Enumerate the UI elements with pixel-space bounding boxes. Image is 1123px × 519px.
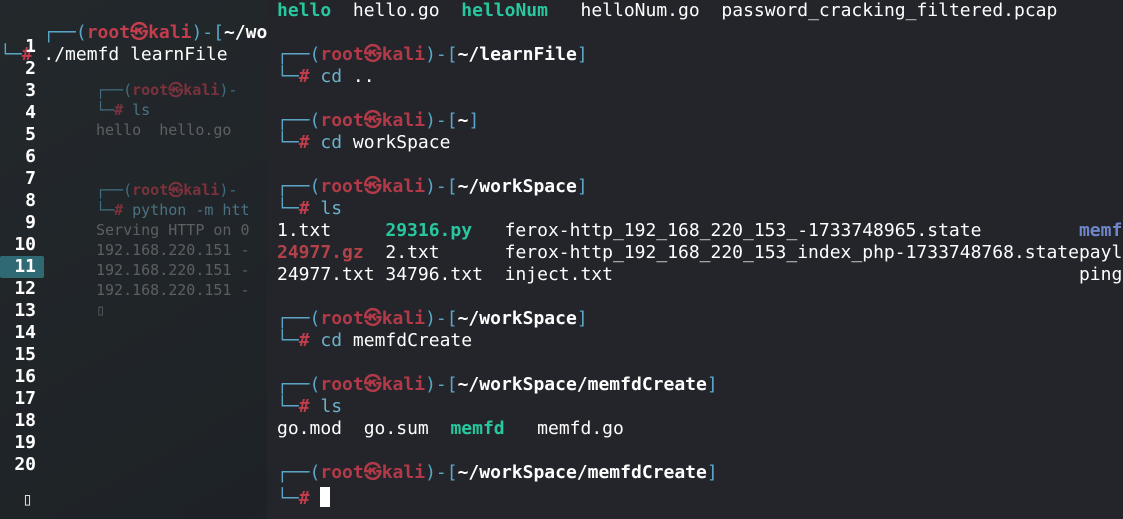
- line-number: 14: [0, 322, 44, 344]
- gutter-overlay: ┌──(root㉿kali)- └─# ls hello hello.go ┌─…: [96, 60, 250, 340]
- ls-output: go.mod go.sum memfd memfd.go: [277, 418, 1113, 440]
- ls-output: hello hello.go helloNum helloNum.go pass…: [277, 0, 1113, 22]
- line-number: 4: [0, 102, 44, 124]
- prompt-line: ┌──(root㉿kali)-[~/workSpace/memfdCreate]: [277, 462, 1113, 484]
- line-number: 17: [0, 388, 44, 410]
- line-number: 18: [0, 410, 44, 432]
- line-gutter: ┌──(root㉿kali)-[~/workSpace └─# ./memfd …: [0, 0, 267, 519]
- prompt-line: ┌──(root㉿kali)-[~]: [277, 110, 1113, 132]
- ls-output: 24977.gz 2.txt ferox-http_192_168_220_15…: [277, 242, 1113, 264]
- line-number: 7: [0, 168, 44, 190]
- line-number: 19: [0, 432, 44, 454]
- line-number: 15: [0, 344, 44, 366]
- prompt-line: ┌──(root㉿kali)-[~/workSpace/memfdCreate]: [277, 374, 1113, 396]
- terminal[interactable]: hello hello.go helloNum helloNum.go pass…: [267, 0, 1123, 519]
- line-number: 5: [0, 124, 44, 146]
- line-number: 13: [0, 300, 44, 322]
- line-numbers: 1234567891011121314151617181920: [0, 36, 44, 476]
- prompt-line: └─# cd workSpace: [277, 132, 1113, 154]
- line-number: 2: [0, 58, 44, 80]
- ls-output: 24977.txt 34796.txt inject.txt ping.txt: [277, 264, 1113, 286]
- line-number: 3: [0, 80, 44, 102]
- line-number: 1: [0, 36, 44, 58]
- gutter-top-prompt: ┌──(root㉿kali)-[~/workSpace └─# ./memfd …: [0, 0, 267, 36]
- line-number: 12: [0, 278, 44, 300]
- line-number: 9: [0, 212, 44, 234]
- prompt-line: ┌──(root㉿kali)-[~/learnFile]: [277, 44, 1113, 66]
- line-number: 6: [0, 146, 44, 168]
- line-number: 11: [0, 256, 44, 278]
- line-number: 8: [0, 190, 44, 212]
- prompt-line: └─# ls: [277, 198, 1113, 220]
- prompt-line: └─# ls: [277, 396, 1113, 418]
- line-number: 20: [0, 454, 44, 476]
- prompt-line: └─# cd ..: [277, 66, 1113, 88]
- prompt-line: ┌──(root㉿kali)-[~/workSpace]: [277, 176, 1113, 198]
- terminal-cursor: [320, 487, 330, 507]
- user: root: [87, 22, 130, 43]
- prompt-line: └─# cd memfdCreate: [277, 330, 1113, 352]
- line-number: 16: [0, 366, 44, 388]
- line-number: 10: [0, 234, 44, 256]
- ls-output: 1.txt 29316.py ferox-http_192_168_220_15…: [277, 220, 1113, 242]
- gutter-cursor: ▯: [22, 489, 33, 511]
- prompt-line: ┌──(root㉿kali)-[~/workSpace]: [277, 308, 1113, 330]
- prompt-line[interactable]: └─#: [277, 484, 1113, 506]
